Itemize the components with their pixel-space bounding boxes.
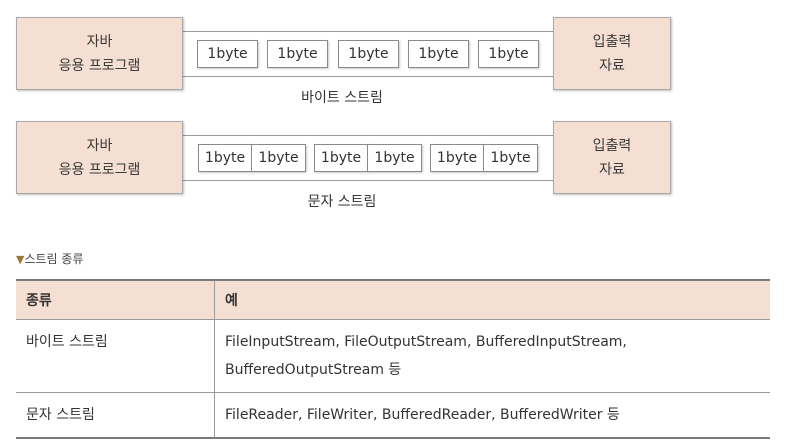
char-stream-caption: 문자 스트림 — [307, 194, 377, 210]
kind-cell: 바이트 스트림 — [16, 319, 215, 393]
byte-unit: 1byte — [408, 40, 469, 68]
byte-unit: 1byte — [251, 144, 306, 172]
io-data-label-line1: 입출력 — [592, 33, 632, 50]
byte-unit: 1byte — [197, 40, 258, 68]
io-data-box: 입출력 자료 — [553, 17, 671, 90]
byte-unit: 1byte — [367, 144, 422, 172]
example-cell: FileReader, FileWriter, BufferedReader, … — [214, 392, 770, 439]
java-app-label-line1: 자바 — [86, 137, 113, 154]
table-row: 바이트 스트림 FileInputStream, FileOutputStrea… — [16, 319, 770, 393]
io-data-label-line1: 입출력 — [592, 137, 632, 154]
java-app-box: 자바 응용 프로그램 — [16, 17, 183, 90]
example-line: FileInputStream, FileOutputStream, Buffe… — [225, 334, 627, 350]
java-app-label-line1: 자바 — [86, 33, 113, 50]
table-title-text: 스트림 종류 — [24, 252, 84, 266]
java-app-box: 자바 응용 프로그램 — [16, 121, 183, 194]
table-row: 문자 스트림 FileReader, FileWriter, BufferedR… — [16, 392, 770, 439]
example-line: FileReader, FileWriter, BufferedReader, … — [225, 407, 620, 423]
io-data-label-line2: 자료 — [599, 57, 625, 74]
column-header-example: 예 — [214, 279, 770, 320]
byte-stream-caption: 바이트 스트림 — [301, 90, 383, 106]
example-line: BufferedOutputStream 등 — [225, 362, 402, 378]
table-title: ▼스트림 종류 — [16, 250, 83, 267]
example-cell: FileInputStream, FileOutputStream, Buffe… — [214, 319, 770, 393]
kind-cell: 문자 스트림 — [16, 392, 215, 439]
java-app-label-line2: 응용 프로그램 — [58, 161, 141, 178]
byte-unit: 1byte — [267, 40, 328, 68]
column-header-kind: 종류 — [16, 279, 215, 320]
io-data-box: 입출력 자료 — [553, 121, 671, 194]
byte-unit: 1byte — [314, 144, 368, 172]
byte-unit: 1byte — [478, 40, 539, 68]
byte-unit: 1byte — [430, 144, 484, 172]
byte-unit: 1byte — [198, 144, 252, 172]
stream-kinds-table: 종류 예 바이트 스트림 FileInputStream, FileOutput… — [16, 279, 770, 439]
byte-unit: 1byte — [483, 144, 538, 172]
io-data-label-line2: 자료 — [599, 161, 625, 178]
table-header-row: 종류 예 — [16, 279, 770, 320]
byte-unit: 1byte — [338, 40, 399, 68]
java-app-label-line2: 응용 프로그램 — [58, 57, 141, 74]
